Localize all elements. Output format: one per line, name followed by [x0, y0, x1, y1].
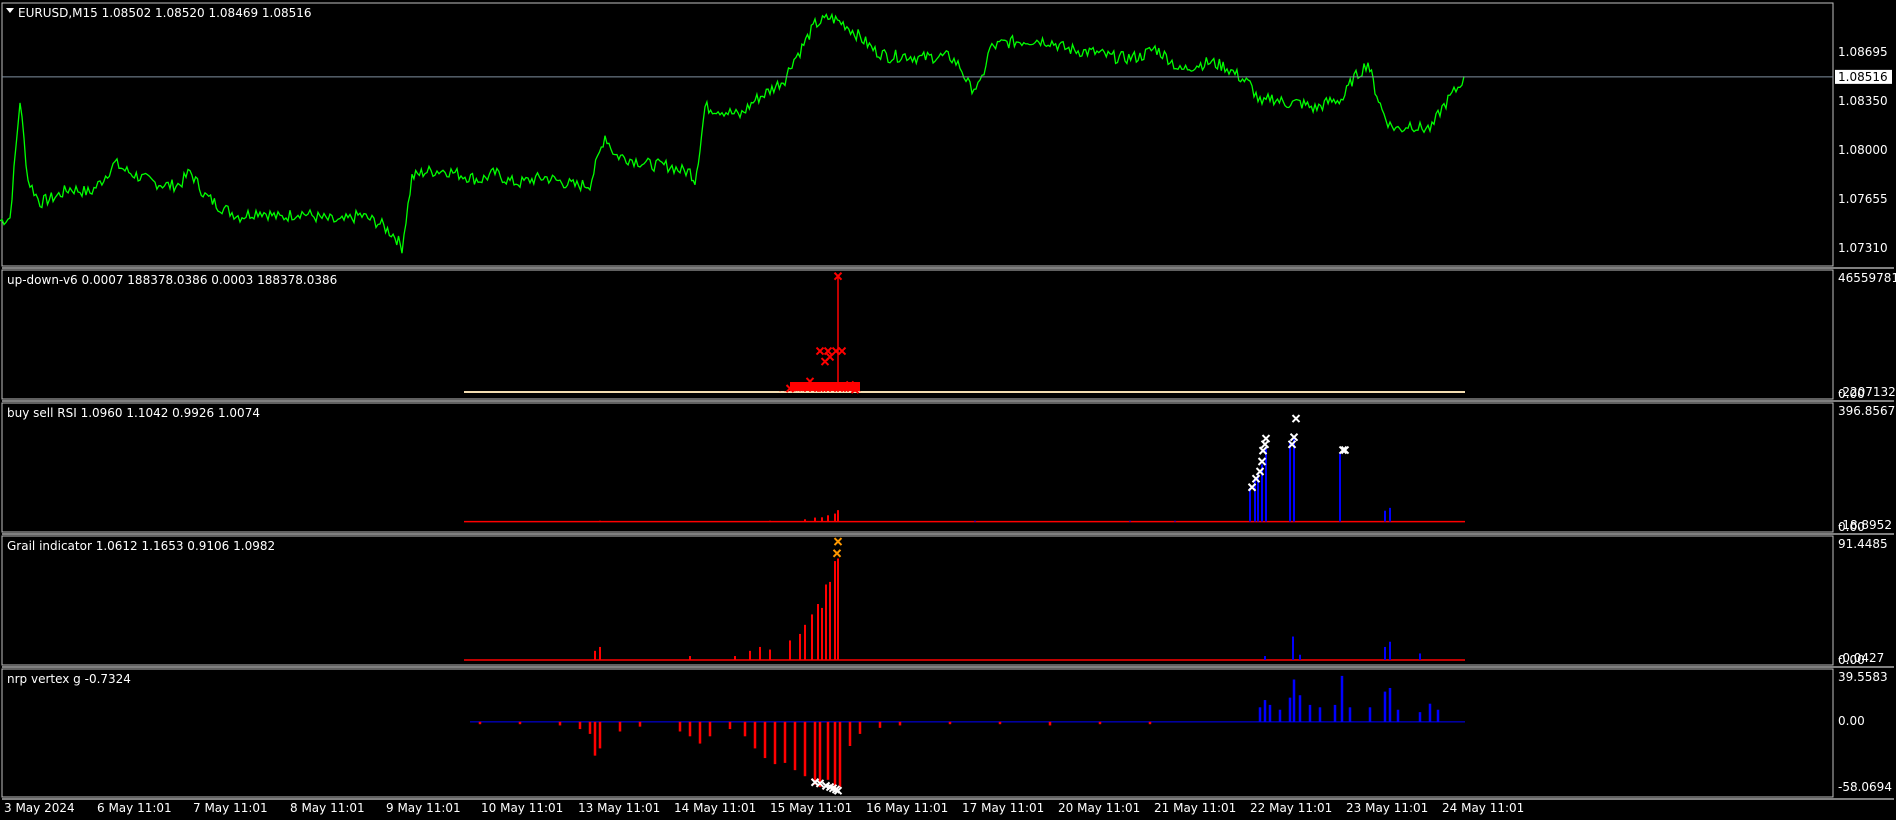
- x-tick-label: 10 May 11:01: [481, 801, 563, 815]
- nrp-y-label: 0.00: [1838, 714, 1865, 728]
- rsi-y-label: 0.00: [1838, 520, 1865, 534]
- chart-canvas: 1.08516 EURUSD,M15 1.08502 1.08520 1.084…: [0, 0, 1896, 820]
- x-tick-label: 24 May 11:01: [1442, 801, 1524, 815]
- x-tick-label: 7 May 11:01: [193, 801, 268, 815]
- x-tick-label: 8 May 11:01: [290, 801, 365, 815]
- main-y-label: 1.08695: [1838, 45, 1888, 59]
- rsi-y-label: 396.8567: [1838, 404, 1895, 418]
- grail-header: Grail indicator 1.0612 1.1653 0.9106 1.0…: [7, 539, 275, 553]
- main-y-label: 1.08350: [1838, 94, 1888, 108]
- main-pane-header: EURUSD,M15 1.08502 1.08520 1.08469 1.085…: [18, 6, 312, 20]
- nrp-vertex-header: nrp vertex g -0.7324: [7, 672, 131, 686]
- x-tick-label: 17 May 11:01: [962, 801, 1044, 815]
- up-down-y-label: 0.00: [1838, 387, 1865, 401]
- grail-y-label: 91.4485: [1838, 537, 1888, 551]
- x-tick-label: 3 May 2024: [4, 801, 75, 815]
- x-tick-label: 22 May 11:01: [1250, 801, 1332, 815]
- x-tick-label: 6 May 11:01: [97, 801, 172, 815]
- x-tick-label: 21 May 11:01: [1154, 801, 1236, 815]
- main-y-label: 1.08000: [1838, 143, 1888, 157]
- up-down-y-label: 46559781.: [1838, 271, 1896, 285]
- x-tick-label: 23 May 11:01: [1346, 801, 1428, 815]
- background: [0, 0, 1896, 820]
- buy-sell-rsi-header: buy sell RSI 1.0960 1.1042 0.9926 1.0074: [7, 406, 260, 420]
- current-price-tag-text: 1.08516: [1838, 70, 1888, 84]
- x-tick-label: 16 May 11:01: [866, 801, 948, 815]
- main-y-label: 1.07310: [1838, 241, 1888, 255]
- x-tick-label: 14 May 11:01: [674, 801, 756, 815]
- main-y-label: 1.07655: [1838, 192, 1888, 206]
- grail-y-label: 0.00: [1838, 653, 1865, 667]
- x-tick-label: 20 May 11:01: [1058, 801, 1140, 815]
- nrp-y-label: -58.0694: [1838, 780, 1892, 794]
- x-tick-label: 13 May 11:01: [578, 801, 660, 815]
- x-tick-label: 9 May 11:01: [386, 801, 461, 815]
- nrp-y-label: 39.5583: [1838, 670, 1888, 684]
- x-tick-label: 15 May 11:01: [770, 801, 852, 815]
- up-down-header: up-down-v6 0.0007 188378.0386 0.0003 188…: [7, 273, 337, 287]
